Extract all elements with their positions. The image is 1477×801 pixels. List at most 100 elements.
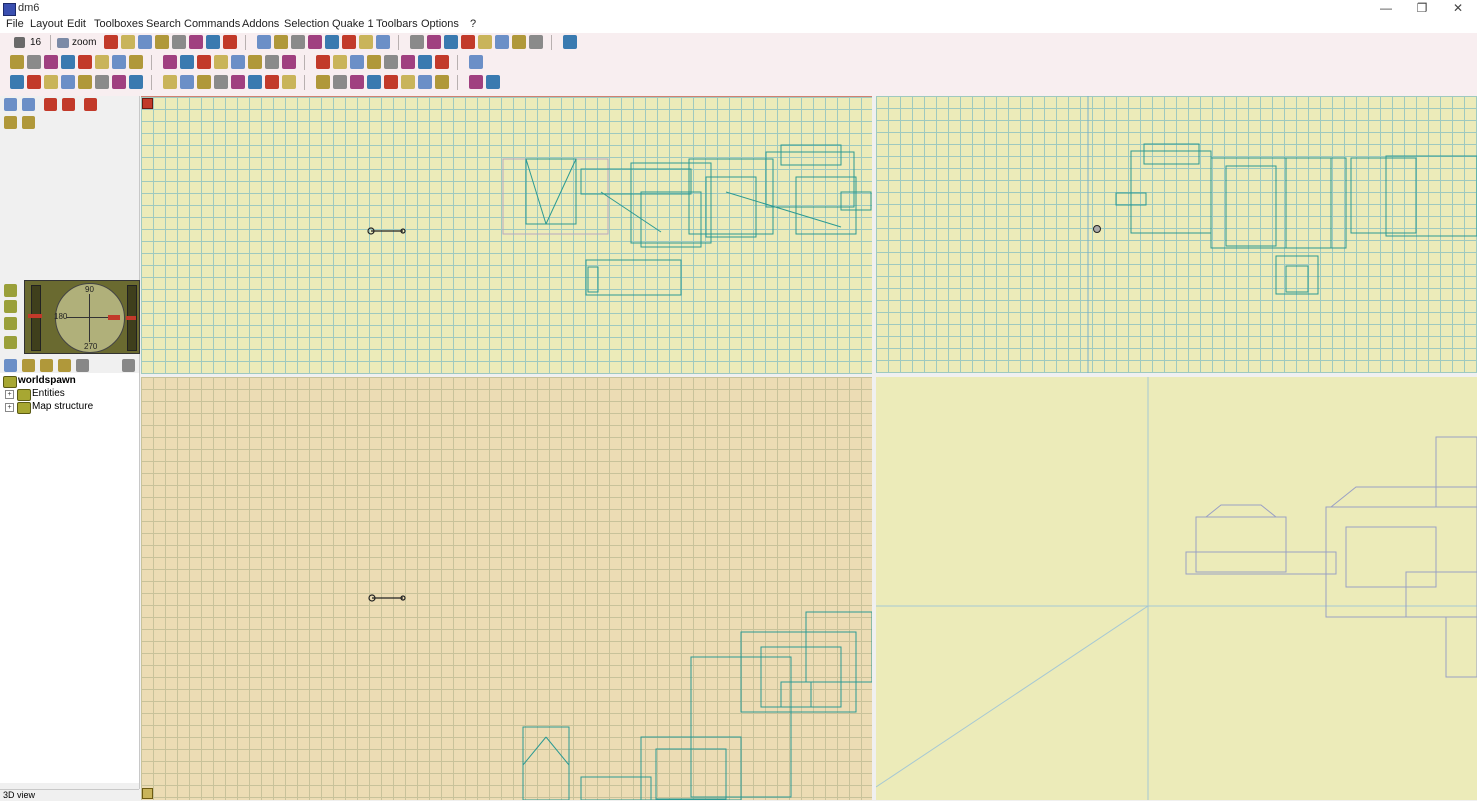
toolbar-button-icon[interactable] [418,75,432,89]
menu-layout[interactable]: Layout [30,18,63,30]
zoom-icon[interactable] [57,38,69,48]
toolbar-button-icon[interactable] [333,55,347,69]
toolbar-button-icon[interactable] [418,55,432,69]
toolbar-button-icon[interactable] [410,35,424,49]
toolbar-button-icon[interactable] [316,55,330,69]
close-button[interactable]: ✕ [1440,0,1476,17]
toolbar-button-icon[interactable] [163,55,177,69]
toolbar-button-icon[interactable] [95,55,109,69]
menu-search[interactable]: Search [146,18,181,30]
toolbar-button-icon[interactable] [384,55,398,69]
menu-commands[interactable]: Commands [184,18,240,30]
toolbar-button-icon[interactable] [104,35,118,49]
toolbar-button-icon[interactable] [376,35,390,49]
toolbar-button-icon[interactable] [197,75,211,89]
roll-slider[interactable] [126,285,137,351]
toolbar-button-icon[interactable] [427,35,441,49]
toolbar-button-icon[interactable] [78,75,92,89]
toolbar-button-icon[interactable] [10,55,24,69]
tool-icon[interactable] [40,359,53,372]
toolbar-button-icon[interactable] [274,35,288,49]
toolbar-button-icon[interactable] [325,35,339,49]
toolbar-button-icon[interactable] [435,75,449,89]
toolbar-button-icon[interactable] [367,75,381,89]
toolbar-button-icon[interactable] [44,55,58,69]
toolbar-button-icon[interactable] [155,35,169,49]
toolbar-button-icon[interactable] [401,55,415,69]
toolbar-button-icon[interactable] [231,75,245,89]
toolbar-button-icon[interactable] [486,75,500,89]
toolbar-button-icon[interactable] [27,55,41,69]
expand-icon[interactable]: + [5,390,14,399]
toolbar-button-icon[interactable] [444,35,458,49]
tree-root-label[interactable]: worldspawn [18,375,76,386]
view-icon[interactable] [84,98,97,111]
toolbar-button-icon[interactable] [138,35,152,49]
viewport-side[interactable] [141,377,872,800]
compass-widget[interactable]: 90 180 270 [24,280,140,354]
view-icon[interactable] [44,98,57,111]
view-icon[interactable] [4,359,17,372]
toolbar-button-icon[interactable] [129,75,143,89]
toolbar-button-icon[interactable] [350,75,364,89]
toolbar-button-icon[interactable] [180,75,194,89]
toolbar-button-icon[interactable] [223,35,237,49]
toolbar-button-icon[interactable] [95,75,109,89]
toolbar-button-icon[interactable] [529,35,543,49]
pitch-slider[interactable] [28,285,42,351]
tool-icon[interactable] [22,359,35,372]
tree-item-label[interactable]: Map structure [32,401,93,412]
toolbar-button-icon[interactable] [469,55,483,69]
tool-icon[interactable] [4,336,17,349]
toolbar-button-icon[interactable] [257,35,271,49]
tool-icon[interactable] [58,359,71,372]
menu-help[interactable]: ? [470,18,476,30]
toolbar-button-icon[interactable] [214,55,228,69]
toolbar-button-icon[interactable] [342,35,356,49]
toolbar-button-icon[interactable] [163,75,177,89]
toolbar-button-icon[interactable] [282,75,296,89]
expand-icon[interactable]: + [5,403,14,412]
tree-item-label[interactable]: Entities [32,388,65,399]
toolbar-button-icon[interactable] [214,75,228,89]
toolbar-button-icon[interactable] [248,55,262,69]
toolbar-button-icon[interactable] [367,55,381,69]
viewport-3d[interactable] [876,377,1477,800]
toolbar-button-icon[interactable] [121,35,135,49]
zoom-label[interactable]: zoom [72,37,96,48]
menu-file[interactable]: File [6,18,24,30]
menu-edit[interactable]: Edit [67,18,86,30]
menu-addons[interactable]: Addons [242,18,279,30]
toolbar-button-icon[interactable] [44,75,58,89]
viewport-front[interactable] [876,96,1477,373]
toolbar-button-icon[interactable] [512,35,526,49]
menu-toolboxes[interactable]: Toolboxes [94,18,144,30]
toolbar-button-icon[interactable] [461,35,475,49]
toolbar-button-icon[interactable] [206,35,220,49]
toolbar-button-icon[interactable] [27,75,41,89]
toolbar-button-icon[interactable] [61,75,75,89]
toolbar-button-icon[interactable] [129,55,143,69]
toolbar-button-icon[interactable] [478,35,492,49]
toolbar-button-icon[interactable] [469,75,483,89]
toolbar-button-icon[interactable] [248,75,262,89]
brush-icon[interactable] [4,116,17,129]
grid-icon[interactable] [14,37,25,48]
toolbar-button-icon[interactable] [265,55,279,69]
toolbar-button-icon[interactable] [333,75,347,89]
menu-toolbars[interactable]: Toolbars [376,18,418,30]
toolbar-button-icon[interactable] [495,35,509,49]
menu-selection[interactable]: Selection [284,18,329,30]
toolbar-button-icon[interactable] [563,35,577,49]
toolbar-button-icon[interactable] [282,55,296,69]
minimize-button[interactable]: — [1368,0,1404,17]
tool-icon[interactable] [4,284,17,297]
tool-icon[interactable] [4,317,17,330]
toolbar-button-icon[interactable] [231,55,245,69]
toolbar-button-icon[interactable] [180,55,194,69]
toolbar-button-icon[interactable] [10,75,24,89]
tool-icon[interactable] [4,300,17,313]
view-icon[interactable] [62,98,75,111]
toolbar-button-icon[interactable] [359,35,373,49]
tool-icon[interactable] [122,359,135,372]
